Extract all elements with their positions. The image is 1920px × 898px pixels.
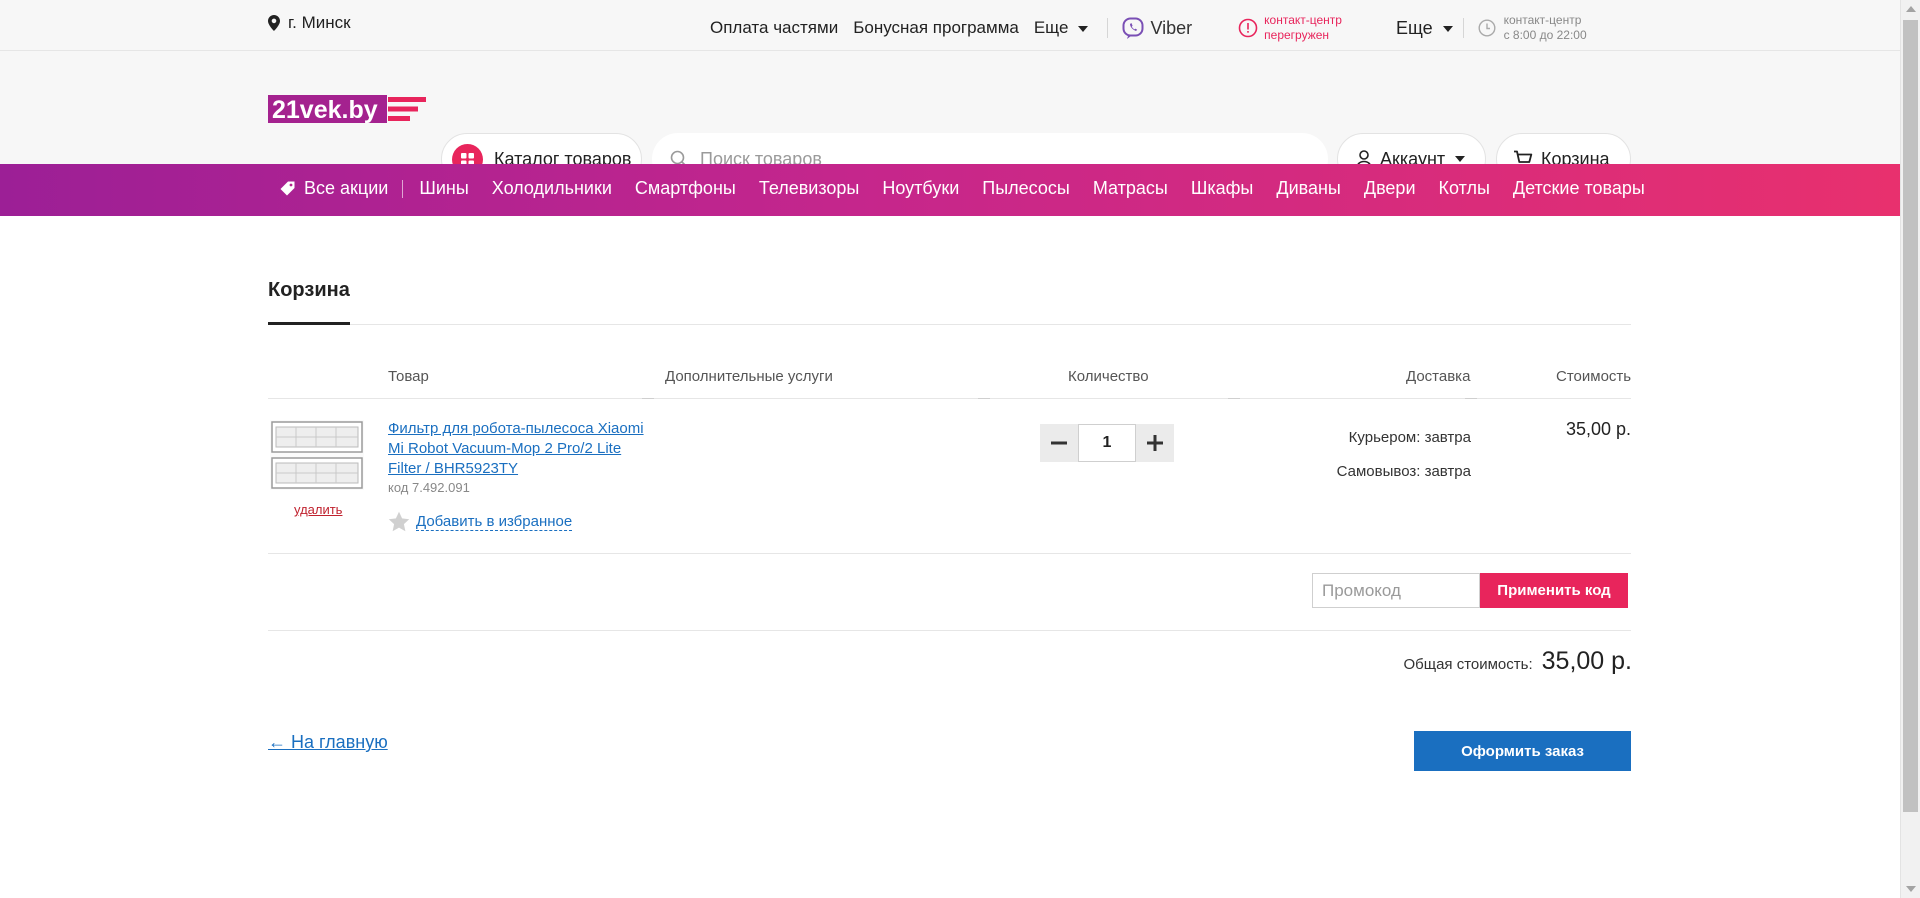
viber-icon [1122, 17, 1144, 39]
category-doors[interactable]: Двери [1364, 178, 1416, 199]
delivery-pickup: Самовывоз: завтра [1336, 463, 1471, 480]
scroll-down-arrow-icon[interactable] [1906, 886, 1916, 892]
divider [402, 179, 404, 198]
viber-link[interactable]: Viber [1122, 17, 1192, 39]
active-tab-indicator [268, 322, 350, 325]
alert-circle-icon [1238, 18, 1258, 38]
vertical-scrollbar[interactable] [1900, 0, 1920, 898]
nav-more-dropdown[interactable]: Еще [1034, 18, 1089, 38]
total-label: Общая стоимость: [1403, 656, 1533, 673]
category-list: Все акции Шины Холодильники Смартфоны Те… [280, 178, 1668, 199]
top-nav: Оплата частями Бонусная программа Еще Vi… [710, 13, 1587, 43]
divider [268, 630, 1631, 631]
column-header-services: Дополнительные услуги [665, 368, 833, 385]
plus-icon [1147, 435, 1163, 451]
category-sofas[interactable]: Диваны [1276, 178, 1341, 199]
product-code: код 7.492.091 [388, 480, 470, 495]
all-promotions-link[interactable]: Все акции [280, 178, 388, 199]
divider [642, 398, 654, 399]
chevron-down-icon [1078, 25, 1089, 32]
more-label: Еще [1395, 17, 1433, 38]
contact-center-alert: контакт-центр перегружен [1238, 13, 1342, 43]
city-label: г. Минск [288, 13, 351, 32]
checkout-button[interactable]: Оформить заказ [1414, 731, 1631, 771]
scrollbar-thumb[interactable] [1903, 20, 1918, 812]
add-to-favorites[interactable]: Добавить в избранное [388, 511, 573, 532]
add-to-favorites-label: Добавить в избранное [416, 512, 573, 531]
decrease-quantity-button[interactable] [1040, 424, 1078, 462]
chevron-down-icon [1442, 25, 1453, 32]
tag-icon [280, 181, 295, 196]
star-icon [388, 511, 410, 532]
category-mattresses[interactable]: Матрасы [1093, 178, 1168, 199]
product-image[interactable] [270, 420, 364, 490]
clock-icon [1478, 19, 1496, 37]
quantity-input[interactable] [1078, 424, 1136, 462]
quantity-stepper [1040, 424, 1174, 462]
divider [1465, 398, 1477, 399]
category-bar: Все акции Шины Холодильники Смартфоны Те… [0, 164, 1900, 216]
category-smartphones[interactable]: Смартфоны [635, 178, 736, 199]
scroll-up-arrow-icon[interactable] [1906, 6, 1916, 12]
back-to-home-link[interactable]: ← На главную [268, 732, 388, 753]
divider [1107, 18, 1109, 38]
contact-hours: контакт-центр с 8:00 до 22:00 [1478, 13, 1587, 43]
nav-bonus-program[interactable]: Бонусная программа [853, 18, 1019, 38]
page-title: Корзина [268, 279, 350, 301]
total-value: 35,00 р. [1541, 647, 1632, 675]
more-dropdown[interactable]: Еще [1396, 18, 1453, 39]
category-tvs[interactable]: Телевизоры [759, 178, 860, 199]
category-kids[interactable]: Детские товары [1513, 178, 1645, 199]
divider [1228, 398, 1240, 399]
delivery-info: Курьером: завтра Самовывоз: завтра [1337, 421, 1471, 489]
nav-installments[interactable]: Оплата частями [710, 18, 838, 38]
site-logo[interactable]: 21vek.by [268, 92, 426, 126]
table-header-divider [268, 398, 1631, 399]
nav-more-label: Еще [1033, 18, 1069, 37]
category-tires[interactable]: Шины [419, 178, 468, 199]
divider [1462, 18, 1464, 38]
column-header-delivery: Доставка [1406, 368, 1471, 385]
promo-code-input[interactable] [1312, 573, 1480, 608]
hours-line2: с 8:00 до 22:00 [1503, 28, 1587, 42]
column-header-cost: Стоимость [1556, 368, 1632, 385]
all-promotions-label: Все акции [304, 178, 389, 198]
viber-label: Viber [1150, 17, 1193, 38]
logo-text: 21vek.by [272, 96, 378, 124]
hours-line1: контакт-центр [1503, 13, 1582, 27]
site-header: 21vek.by Каталог товаров Аккаунт Корзина [0, 51, 1900, 185]
column-header-product: Товар [388, 368, 429, 385]
chevron-down-icon [1455, 156, 1466, 162]
category-boilers[interactable]: Котлы [1439, 178, 1490, 199]
table-row-divider [268, 553, 1631, 554]
column-header-quantity: Количество [1068, 368, 1149, 385]
page: г. Минск Оплата частями Бонусная програм… [0, 0, 1900, 771]
item-price: 35,00 р. [1565, 419, 1631, 439]
order-total: Общая стоимость: 35,00 р. [1403, 647, 1632, 676]
category-wardrobes[interactable]: Шкафы [1191, 178, 1254, 199]
delivery-courier: Курьером: завтра [1348, 429, 1471, 446]
contact-alert-line2: перегружен [1264, 28, 1330, 42]
top-bar: г. Минск Оплата частями Бонусная програм… [0, 0, 1900, 51]
category-fridges[interactable]: Холодильники [492, 178, 612, 199]
minus-icon [1051, 441, 1067, 445]
tab-divider [268, 324, 1631, 325]
contact-alert-line1: контакт-центр [1264, 13, 1342, 27]
category-vacuums[interactable]: Пылесосы [982, 178, 1070, 199]
delete-item-link[interactable]: удалить [294, 502, 342, 517]
increase-quantity-button[interactable] [1136, 424, 1174, 462]
location-pin-icon [268, 15, 280, 31]
city-selector[interactable]: г. Минск [268, 13, 351, 33]
apply-promo-button[interactable]: Применить код [1480, 573, 1628, 608]
product-name-link[interactable]: Фильтр для робота-пылесоса Xiaomi Mi Rob… [388, 419, 648, 479]
category-laptops[interactable]: Ноутбуки [882, 178, 959, 199]
promo-code-form: Применить код [1312, 573, 1628, 608]
divider [978, 398, 990, 399]
